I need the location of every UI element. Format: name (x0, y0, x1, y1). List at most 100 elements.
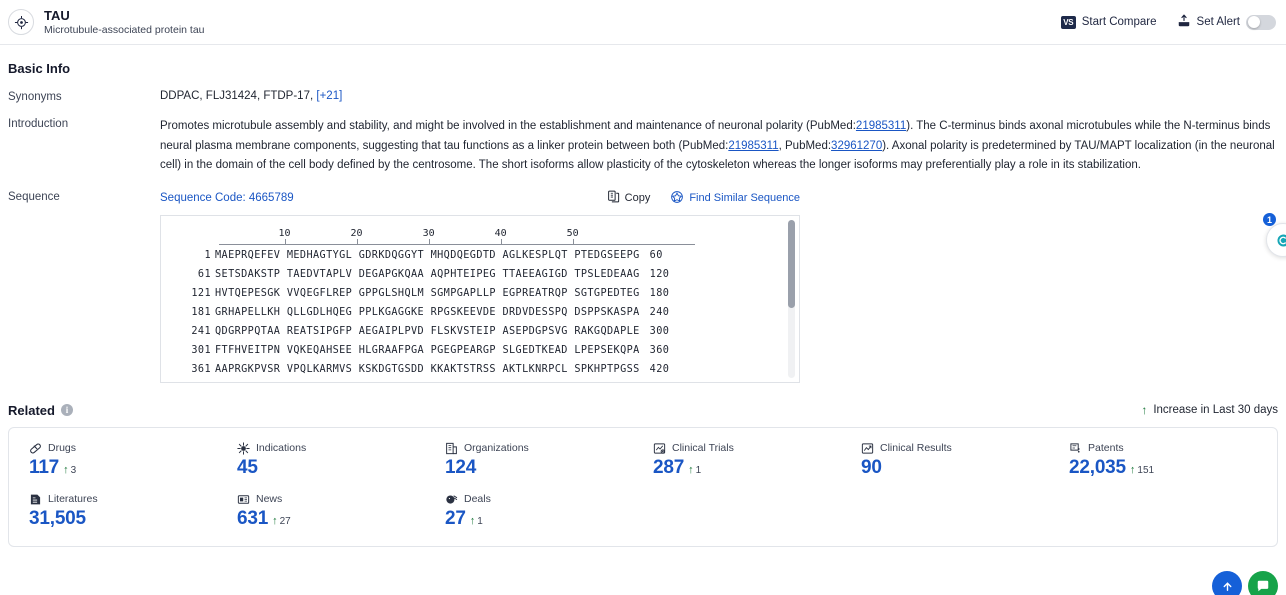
up-arrow-icon: ↑ (1141, 403, 1148, 417)
ruler-tick (356, 238, 358, 245)
info-icon[interactable]: i (60, 404, 73, 416)
stat-item-organizations[interactable]: Organizations 124 (435, 442, 643, 479)
sequence-row-end: 180 (649, 287, 670, 299)
stat-item-literatures[interactable]: Literatures 31,505 (19, 493, 227, 530)
intro-part-1: Promotes microtubule assembly and stabil… (160, 120, 856, 132)
up-arrow-icon: ↑ (688, 463, 694, 476)
sequence-rows: 1 MAEPRQEFEV MEDHAGTYGL GDRKDQGGYT MHQDQE… (161, 249, 799, 382)
sequence-row: Sequence Sequence Code: 4665789 Copy Fin… (8, 190, 1278, 383)
page-title: TAU (44, 7, 70, 23)
sequence-label: Sequence (8, 190, 60, 203)
building-icon (445, 442, 458, 455)
related-legend: ↑ Increase in Last 30 days (1141, 404, 1278, 416)
sequence-row: 121 HVTQEPESGK VVQEGFLREP GPPGLSHQLM SGMP… (161, 288, 799, 307)
stat-label: Indications (256, 442, 307, 454)
synonyms-label: Synonyms (8, 91, 62, 103)
pubmed-link-2[interactable]: 21985311 (728, 140, 778, 152)
header-titles: TAU Microtubule-associated protein tau (44, 8, 205, 37)
main-content: Basic Info Synonyms DDPAC, FLJ31424, FTD… (0, 61, 1286, 547)
up-arrow-icon: ↑ (63, 463, 69, 476)
stat-value: 90 (861, 456, 882, 478)
sequence-viewer[interactable]: 10 20 30 40 50 1 MAEPRQEFEV MEDHAGTYGL GDRKDQ… (160, 214, 800, 383)
sequence-code[interactable]: Sequence Code: 4665789 (160, 192, 294, 204)
copy-button[interactable]: Copy (607, 190, 651, 206)
pill-icon (29, 442, 42, 455)
stat-header: Deals (445, 493, 643, 506)
related-stats-card: Drugs 117 ↑ 3 Indications 45 Organizations 124 C… (8, 426, 1278, 547)
find-similar-sequence-button[interactable]: Find Similar Sequence (670, 190, 800, 207)
sequence-row-start: 1 (204, 249, 211, 261)
intro-part-3: , PubMed: (778, 139, 832, 152)
floating-action-buttons (1212, 571, 1278, 595)
introduction-text: Promotes microtubule assembly and stabil… (160, 117, 1278, 176)
stat-header: Literatures (29, 493, 227, 506)
set-alert-toggle[interactable] (1246, 14, 1276, 30)
sequence-row-end: 300 (649, 325, 670, 337)
clinical-result-icon (861, 442, 874, 455)
sequence-row-start: 301 (191, 344, 211, 356)
sequence-scrollbar[interactable] (788, 219, 795, 378)
sequence-row: 301 FTFHVEITPN VQKEQAHSEE HLGRAAFPGA PGEG… (161, 345, 799, 364)
ruler-tick (500, 238, 502, 245)
stat-delta-value: 3 (70, 464, 77, 476)
sequence-row: 61 SETSDAKSTP TAEDVTAPLV DEGAPGKQAA AQPHT… (161, 269, 799, 288)
sequence-row-end: 360 (649, 344, 670, 356)
stat-body: 27 ↑ 1 (445, 508, 643, 530)
stat-delta: ↑ 3 (63, 463, 77, 476)
stat-header: Organizations (445, 442, 643, 455)
copy-label: Copy (624, 192, 651, 204)
sequence-row-residues: GRHAPELLKH QLLGDLHQEG PPLKGAGGKE RPGSKEE… (215, 306, 640, 318)
ruler-line (219, 243, 695, 245)
stat-item-clinical-trials[interactable]: Clinical Trials 287 ↑ 1 (643, 442, 851, 479)
stat-header: Indications (237, 441, 435, 455)
patent-icon (1069, 442, 1082, 455)
sequence-row: 181 GRHAPELLKH QLLGDLHQEG PPLKGAGGKE RPGS… (161, 307, 799, 326)
scroll-top-icon[interactable] (1212, 571, 1242, 595)
target-crosshair-icon (8, 9, 34, 35)
sequence-content: 10 20 30 40 50 1 MAEPRQEFEV MEDHAGTYGL GDRKDQ… (161, 216, 799, 382)
pubmed-link-3[interactable]: 32961270 (831, 140, 882, 152)
stat-label: Organizations (464, 442, 529, 454)
sequence-row-residues: HVTQEPESGK VVQEGFLREP GPPGLSHQLM SGMPGAP… (215, 287, 640, 299)
stat-label: News (256, 493, 283, 505)
synonyms-more-link[interactable]: [+21] (316, 90, 342, 102)
pubmed-link-1[interactable]: 21985311 (856, 120, 906, 132)
start-compare-button[interactable]: VS Start Compare (1060, 15, 1157, 29)
stat-value: 631 (237, 507, 269, 529)
related-legend-label: Increase in Last 30 days (1153, 404, 1278, 416)
chat-icon[interactable] (1248, 571, 1278, 595)
related-stats-grid: Drugs 117 ↑ 3 Indications 45 Organizations 124 C… (19, 441, 1267, 530)
vs-icon: VS (1060, 15, 1076, 29)
ruler-tick-label: 50 (566, 227, 579, 239)
stat-value: 117 (29, 456, 60, 478)
ruler-tick (428, 238, 430, 245)
set-alert-label: Set Alert (1196, 16, 1240, 28)
stat-label: Deals (464, 493, 491, 505)
stat-delta: ↑ 1 (470, 515, 483, 527)
synonyms-row: Synonyms DDPAC, FLJ31424, FTDP-17, [+21] (8, 90, 1278, 103)
stat-body: 117 ↑ 3 (29, 457, 227, 479)
up-arrow-icon: ↑ (272, 514, 278, 527)
stat-value: 124 (445, 456, 477, 478)
stat-header: Clinical Trials (653, 442, 851, 455)
stat-value: 45 (237, 456, 258, 478)
stat-item-indications[interactable]: Indications 45 (227, 441, 435, 479)
set-alert-control[interactable]: Set Alert (1177, 14, 1276, 31)
ruler-tick-label: 10 (278, 227, 291, 239)
stat-header: Clinical Results (861, 442, 1059, 455)
sequence-scrollbar-thumb[interactable] (788, 219, 795, 308)
stat-delta-value: 1 (477, 515, 483, 527)
stat-item-patents[interactable]: Patents 22,035 ↑ 151 (1059, 442, 1267, 479)
sequence-row-end: 60 (649, 249, 663, 261)
deal-icon (445, 493, 458, 506)
sequence-row-start: 61 (197, 268, 211, 280)
stat-value: 22,035 (1069, 456, 1126, 478)
stat-item-drugs[interactable]: Drugs 117 ↑ 3 (19, 442, 227, 479)
ruler-tick-label: 40 (494, 227, 507, 239)
stat-item-news[interactable]: News 631 ↑ 27 (227, 493, 435, 530)
stat-item-clinical-results[interactable]: Clinical Results 90 (851, 442, 1059, 479)
sequence-row-start: 121 (191, 287, 211, 299)
related-title: Related (8, 402, 55, 418)
stat-item-deals[interactable]: Deals 27 ↑ 1 (435, 493, 643, 530)
stat-header: News (237, 493, 435, 506)
